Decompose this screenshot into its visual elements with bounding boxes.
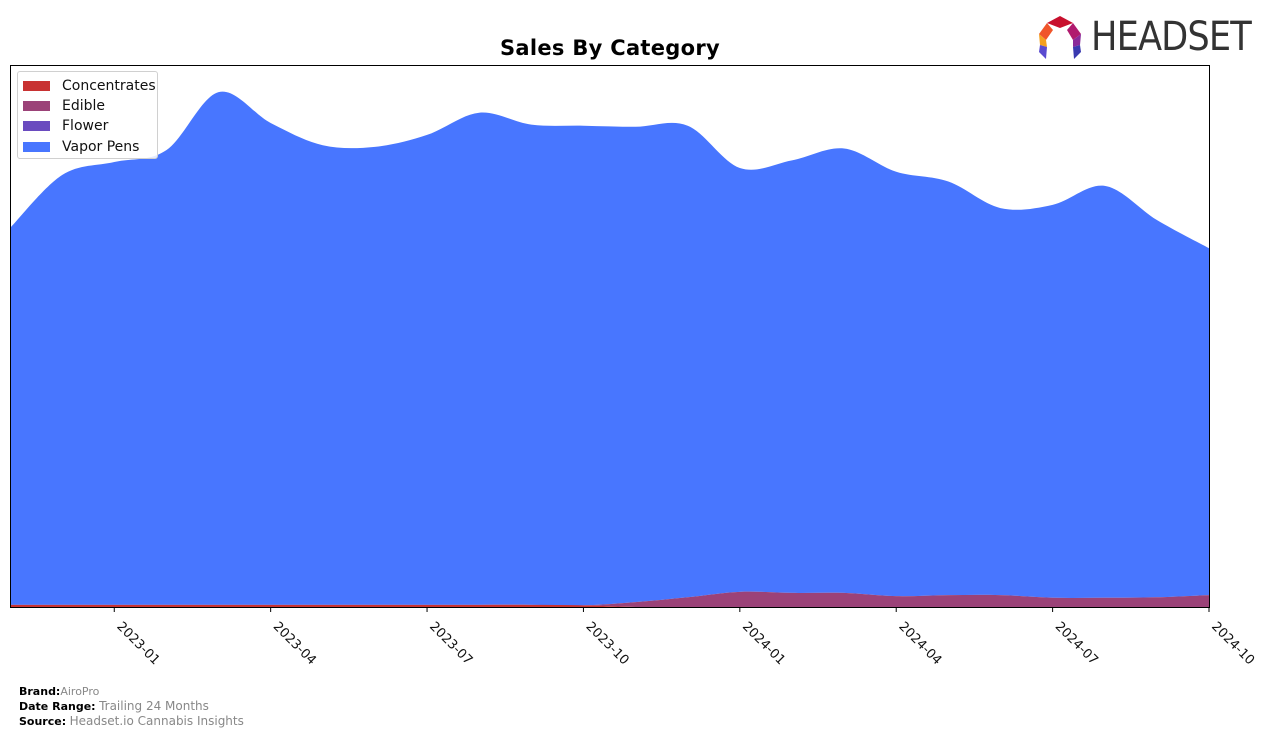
footer-date-range: Date Range: Trailing 24 Months bbox=[19, 699, 244, 714]
x-tick-label: 2024-04 bbox=[895, 619, 944, 668]
brand-value: AiroPro bbox=[60, 685, 100, 698]
logo-text: HEADSET bbox=[1091, 14, 1252, 60]
legend-label: Vapor Pens bbox=[62, 139, 140, 155]
footer-source: Source: Headset.io Cannabis Insights bbox=[19, 714, 244, 729]
x-tick-label: 2024-01 bbox=[739, 619, 788, 668]
x-axis: 2023-01 2023-04 2023-07 2023-10 2024-01 2024-… bbox=[113, 607, 1257, 668]
legend-item-vapor-pens: Vapor Pens bbox=[23, 138, 139, 156]
source-key: Source: bbox=[19, 715, 67, 728]
legend-swatch-edible bbox=[23, 101, 50, 111]
x-tick-label: 2024-10 bbox=[1208, 619, 1257, 668]
headset-logo: HEADSET bbox=[1037, 14, 1273, 60]
legend-swatch-concentrates bbox=[23, 81, 50, 91]
footer: Brand:AiroPro Date Range: Trailing 24 Mo… bbox=[19, 684, 244, 729]
legend-label: Edible bbox=[62, 98, 106, 114]
legend-item-concentrates: Concentrates bbox=[23, 77, 156, 95]
x-tick-label: 2023-01 bbox=[113, 619, 162, 668]
brand-key: Brand: bbox=[19, 685, 61, 698]
legend-label: Flower bbox=[62, 118, 109, 134]
x-tick-label: 2023-07 bbox=[426, 619, 475, 668]
legend-item-edible: Edible bbox=[23, 97, 105, 115]
legend-item-flower: Flower bbox=[23, 117, 108, 135]
area-layers bbox=[10, 91, 1209, 608]
x-tick-label: 2024-07 bbox=[1052, 619, 1101, 668]
source-value: Headset.io Cannabis Insights bbox=[69, 714, 244, 728]
x-tick-label: 2023-04 bbox=[270, 619, 319, 668]
footer-brand: Brand:AiroPro bbox=[19, 684, 244, 699]
legend: Concentrates Edible Flower Vapor Pens bbox=[17, 71, 158, 159]
headset-logo-icon bbox=[1039, 16, 1081, 59]
chart-plot: 2023-01 2023-04 2023-07 2023-10 2024-01 2024-… bbox=[10, 65, 1257, 668]
x-tick-label: 2023-10 bbox=[583, 619, 632, 668]
area-vapor-pens bbox=[10, 91, 1209, 606]
date-range-value: Trailing 24 Months bbox=[99, 699, 209, 713]
legend-swatch-flower bbox=[23, 121, 50, 131]
legend-label: Concentrates bbox=[62, 78, 156, 94]
legend-swatch-vapor-pens bbox=[23, 142, 50, 152]
date-range-key: Date Range: bbox=[19, 700, 96, 713]
